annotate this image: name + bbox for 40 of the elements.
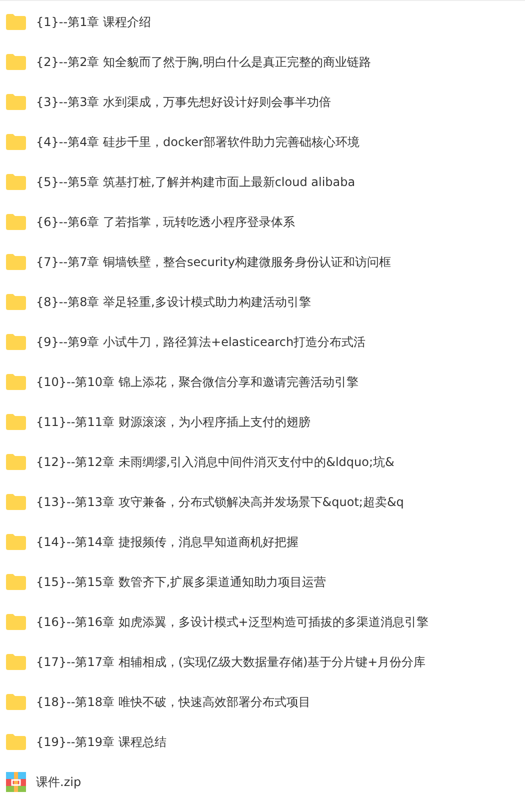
folder-icon [6,14,26,30]
file-name[interactable]: {14}--第14章 捷报频传，消息早知道商机好把握 [36,533,298,551]
file-name[interactable]: {10}--第10章 锦上添花，聚合微信分享和邀请完善活动引擎 [36,373,358,391]
file-name[interactable]: {5}--第5章 筑基打桩,了解并构建市面上最新cloud alibaba [36,173,356,191]
file-name[interactable]: {16}--第16章 如虎添翼，多设计模式+泛型构造可插拔的多渠道消息引擎 [36,613,428,631]
file-name[interactable]: {13}--第13章 攻守兼备，分布式锁解决高并发场景下&quot;超卖&q [36,493,404,511]
file-name[interactable]: {17}--第17章 相辅相成，(实现亿级大数据量存储)基于分片键+月份分库 [36,653,426,671]
folder-icon [6,94,26,110]
folder-icon [6,654,26,670]
folder-icon [6,294,26,310]
file-name[interactable]: {8}--第8章 举足轻重,多设计模式助力构建活动引擎 [36,293,311,311]
file-name[interactable]: {1}--第1章 课程介绍 [36,13,152,31]
folder-icon [6,414,26,430]
folder-icon [6,734,26,750]
file-name[interactable]: {12}--第12章 未雨绸缪,引入消息中间件消灭支付中的&ldquo;坑& [36,453,394,471]
archive-icon [6,772,26,792]
folder-icon [6,374,26,390]
file-name[interactable]: {2}--第2章 知全貌而了然于胸,明白什么是真正完整的商业链路 [36,53,371,71]
folder-icon [6,134,26,150]
file-name[interactable]: {6}--第6章 了若指掌，玩转吃透小程序登录体系 [36,213,296,231]
file-name[interactable]: {9}--第9章 小试牛刀，路径算法+elasticearch打造分布式活 [36,333,366,351]
folder-icon [6,694,26,710]
file-name[interactable]: 课件.zip [36,773,82,791]
folder-icon [6,334,26,350]
file-name[interactable]: {18}--第18章 唯快不破，快速高效部署分布式项目 [36,693,310,711]
folder-icon [6,494,26,510]
folder-icon [6,214,26,230]
folder-icon [6,534,26,550]
folder-icon [6,254,26,270]
folder-icon [6,574,26,590]
folder-icon [6,54,26,70]
file-name[interactable]: {19}--第19章 课程总结 [36,733,166,751]
folder-icon [6,614,26,630]
file-name[interactable]: {4}--第4章 硅步千里，docker部署软件助力完善础核心环境 [36,133,360,151]
file-name[interactable]: {11}--第11章 财源滚滚，为小程序插上支付的翅膀 [36,413,310,431]
file-name[interactable]: {7}--第7章 铜墙铁壁，整合security构建微服务身份认证和访问框 [36,253,391,271]
file-name[interactable]: {15}--第15章 数管齐下,扩展多渠道通知助力项目运营 [36,573,326,591]
folder-icon [6,174,26,190]
file-name[interactable]: {3}--第3章 水到渠成，万事先想好设计好则会事半功倍 [36,93,332,111]
folder-icon [6,454,26,470]
